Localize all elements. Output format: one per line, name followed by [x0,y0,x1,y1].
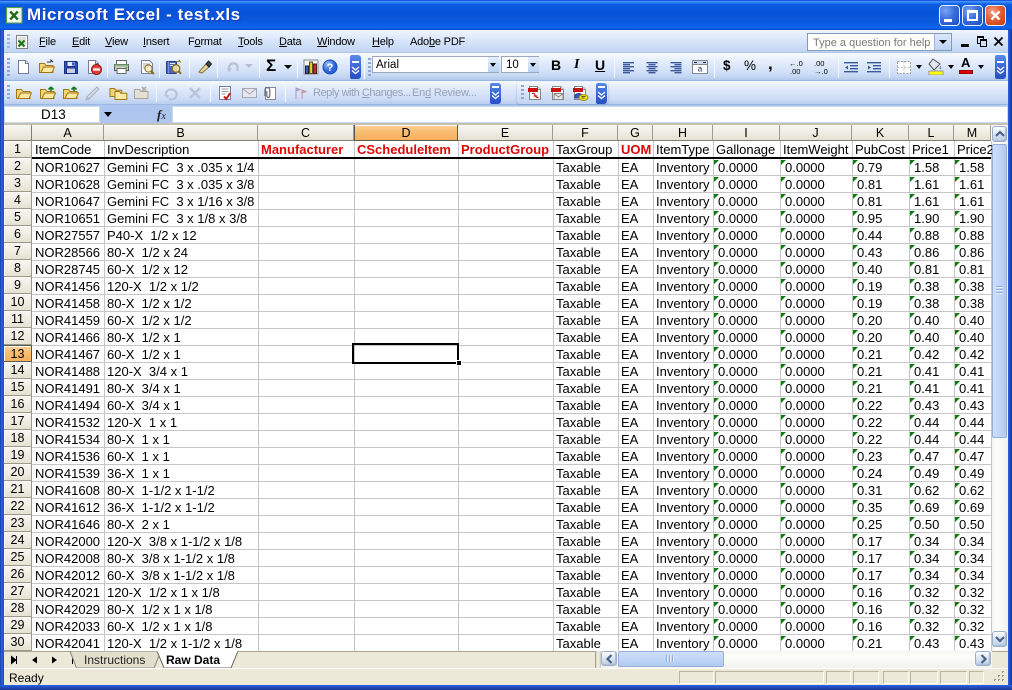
svg-text:a: a [698,65,703,74]
svg-text:.00: .00 [790,67,800,75]
svg-text:→.0: →.0 [814,67,828,75]
svg-text:?: ? [327,62,334,74]
svg-text:Raw Data: Raw Data [166,653,220,667]
svg-text:Instructions: Instructions [84,653,145,667]
